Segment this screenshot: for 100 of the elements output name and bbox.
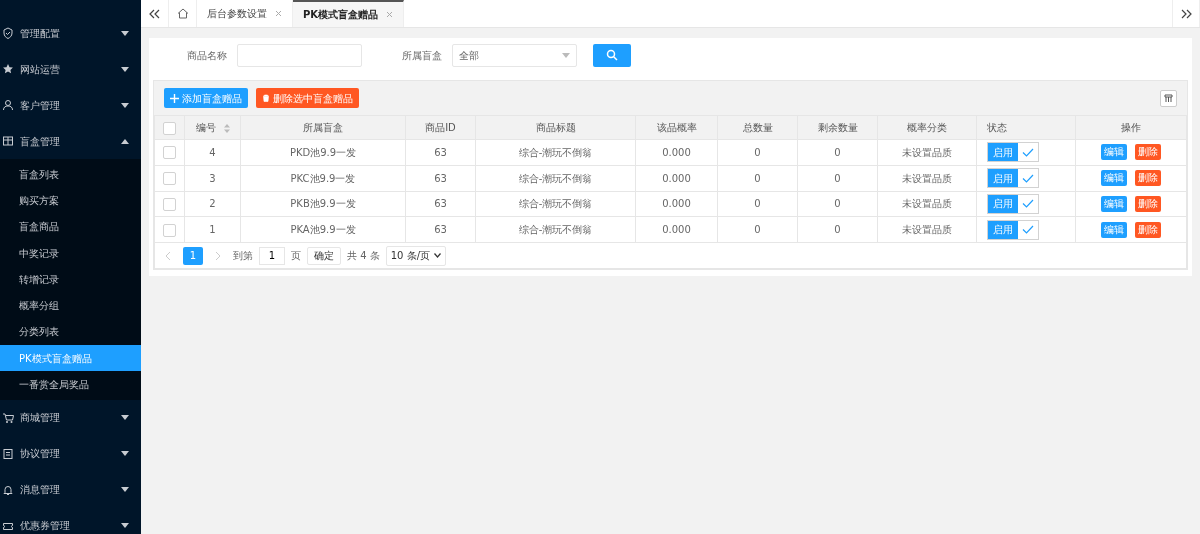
cart-icon — [2, 411, 14, 424]
checkbox[interactable] — [163, 146, 176, 160]
switch-label: 启用 — [988, 143, 1018, 162]
page-size-value: 10 条/页 — [390, 249, 430, 264]
table-cell: 0.000 — [635, 165, 718, 192]
caret-icon[interactable] — [121, 523, 129, 529]
table-cell: 0.000 — [635, 216, 718, 243]
sidebar-item[interactable]: 协议管理 — [20, 446, 115, 462]
column-header: 剩余数量 — [817, 122, 858, 133]
double-chevron-right-icon[interactable] — [1180, 8, 1192, 19]
sidebar-item[interactable]: 盲盒管理 — [20, 133, 115, 149]
user-icon — [2, 99, 14, 111]
table-cell: PKA池9.9一发 — [240, 216, 406, 243]
caret-icon[interactable] — [121, 487, 129, 493]
sidebar-subitem[interactable]: 一番赏全局奖品 — [0, 371, 141, 398]
checkbox[interactable] — [163, 121, 176, 135]
total-count: 共 4 条 — [347, 249, 380, 264]
sidebar-item[interactable]: 优惠券管理 — [20, 518, 115, 534]
table-cell: PKB池9.9一发 — [240, 191, 406, 217]
tab[interactable]: PK模式盲盒赠品 — [293, 0, 405, 27]
column-header: 概率分类 — [907, 122, 947, 133]
switch-label: 启用 — [988, 195, 1018, 213]
column-header: 总数量 — [742, 122, 773, 133]
sidebar-subitem[interactable]: 概率分组 — [0, 292, 141, 319]
home-icon[interactable] — [176, 8, 189, 19]
sidebar-subitem[interactable]: 转增记录 — [0, 266, 141, 293]
bell-icon — [2, 483, 14, 496]
caret-icon[interactable] — [121, 415, 129, 421]
switch-label: 启用 — [988, 169, 1018, 188]
sidebar-item[interactable]: 管理配置 — [20, 25, 115, 41]
sidebar-item[interactable]: 网站运营 — [20, 61, 115, 77]
caret-icon — [562, 52, 570, 58]
sidebar-subitem[interactable]: 中奖记录 — [0, 239, 141, 267]
select-field[interactable]: 全部 — [452, 43, 577, 67]
column-header: 该品概率 — [656, 122, 697, 133]
sidebar-item[interactable]: 消息管理 — [20, 482, 115, 498]
sidebar-subitem[interactable]: 购买方案 — [0, 187, 141, 214]
table-cell: 0 — [797, 191, 878, 217]
column-header: 所属盲盒 — [303, 122, 343, 133]
table-cell: PKD池9.9一发 — [240, 139, 406, 166]
checkbox[interactable] — [163, 223, 176, 237]
column-header: 状态 — [987, 122, 1007, 133]
table-cell: 综合-潮玩不倒翁 — [475, 216, 636, 243]
column-header: 商品标题 — [535, 122, 576, 133]
check-icon — [1022, 173, 1034, 183]
table-cell: 0 — [717, 216, 798, 243]
table-cell: 63 — [405, 139, 476, 166]
table-cell: 综合-潮玩不倒翁 — [475, 191, 636, 217]
table-cell: 63 — [405, 216, 476, 243]
table-cell: 0 — [717, 139, 798, 166]
trash-icon — [262, 94, 270, 102]
plus-icon — [170, 93, 179, 103]
columns-icon — [1164, 93, 1173, 103]
caret-icon[interactable] — [121, 66, 129, 72]
caret-icon[interactable] — [121, 30, 129, 36]
goto-label: 到第 — [233, 249, 253, 264]
checkbox[interactable] — [163, 172, 176, 186]
column-header: 编号 — [195, 122, 216, 133]
document-icon — [2, 447, 14, 460]
table-cell: 0 — [797, 165, 878, 192]
table-cell: 63 — [405, 191, 476, 217]
checkbox[interactable] — [163, 198, 176, 211]
close-icon[interactable] — [275, 10, 282, 17]
sidebar-item[interactable]: 商城管理 — [20, 410, 115, 426]
column-header: 操作 — [1121, 122, 1141, 133]
table-cell: 2 — [184, 191, 241, 217]
sidebar-subitem[interactable]: 分类列表 — [0, 318, 141, 346]
table-cell: 3 — [184, 165, 241, 192]
search-button[interactable] — [593, 43, 631, 67]
shield-icon — [2, 27, 14, 39]
caret-icon — [434, 253, 441, 259]
sidebar-item[interactable]: 客户管理 — [20, 97, 115, 113]
table-cell: 未设置品质 — [877, 139, 977, 166]
table-cell: PKC池9.9一发 — [240, 165, 406, 192]
sidebar-subitem[interactable]: 盲盒商品 — [0, 213, 141, 240]
table-cell: 综合-潮玩不倒翁 — [475, 165, 636, 192]
field-label: 所属盲盒 — [402, 48, 442, 63]
close-icon[interactable] — [386, 11, 394, 18]
table-cell: 综合-潮玩不倒翁 — [475, 139, 636, 166]
confirm-button[interactable]: 确定 — [307, 246, 341, 265]
page-size-select[interactable]: 10 条/页 — [385, 245, 446, 266]
star-icon — [2, 63, 14, 75]
caret-icon[interactable] — [121, 451, 129, 457]
table-cell: 63 — [405, 165, 476, 192]
table-cell: 0.000 — [635, 139, 718, 166]
page-input[interactable]: 1 — [259, 246, 285, 265]
columns-button[interactable] — [1160, 89, 1177, 107]
table-cell: 未设置品质 — [877, 191, 977, 217]
search-icon — [606, 49, 618, 61]
sidebar-subitem[interactable]: 盲盒列表 — [0, 161, 141, 188]
table-cell: 未设置品质 — [877, 165, 977, 192]
double-chevron-left-icon[interactable] — [149, 8, 160, 19]
page-label: 页 — [291, 249, 301, 264]
tab-label: 后台参数设置 — [207, 7, 267, 21]
table-cell: 0 — [797, 216, 878, 243]
tab-label: PK模式盲盒赠品 — [303, 8, 379, 22]
search-field[interactable] — [237, 43, 362, 67]
caret-icon[interactable] — [121, 138, 129, 144]
table-cell: 0 — [717, 191, 798, 217]
caret-icon[interactable] — [121, 102, 129, 108]
